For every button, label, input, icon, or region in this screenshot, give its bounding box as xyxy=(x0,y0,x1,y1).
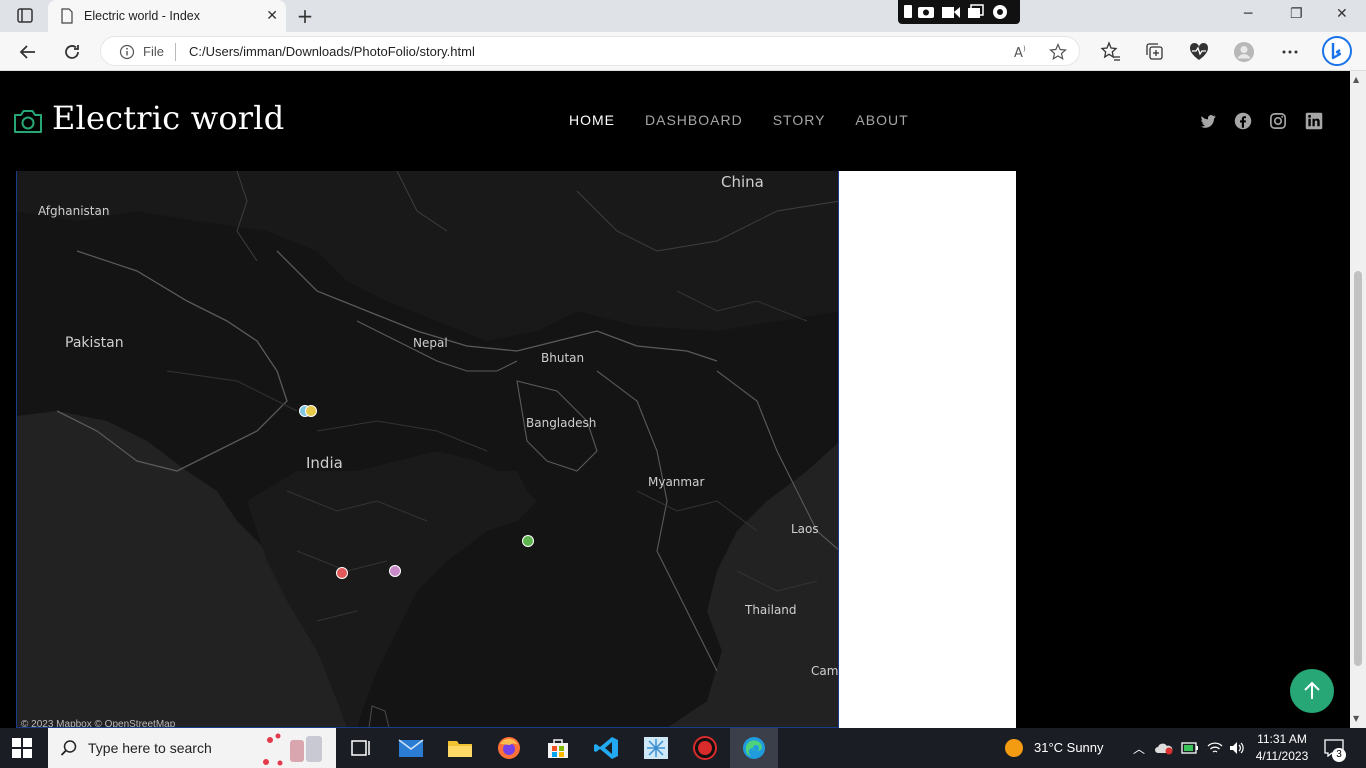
map-view[interactable]: China Afghanistan Pakistan Nepal Bhutan … xyxy=(16,171,839,728)
map-marker[interactable] xyxy=(522,535,534,547)
task-view-icon[interactable] xyxy=(348,736,374,760)
record-app-icon[interactable] xyxy=(692,736,718,760)
onedrive-icon[interactable] xyxy=(1155,741,1173,755)
notification-count-badge: 3 xyxy=(1332,748,1346,762)
minimize-icon[interactable]: ─ xyxy=(1244,6,1252,22)
map-label-china: China xyxy=(721,173,764,191)
tab-title: Electric world - Index xyxy=(84,9,201,23)
svg-text:A: A xyxy=(1014,46,1023,61)
map-label-bangladesh: Bangladesh xyxy=(526,416,597,430)
vscode-icon[interactable] xyxy=(594,736,620,760)
address-bar-row: File C:/Users/imman/Downloads/PhotoFolio… xyxy=(0,32,1366,71)
page-icon xyxy=(60,8,74,24)
info-icon[interactable] xyxy=(119,44,135,60)
new-tab-icon[interactable]: + xyxy=(294,5,316,27)
map-label-india: India xyxy=(306,454,343,472)
add-favorite-icon[interactable] xyxy=(1049,43,1067,61)
nav-home[interactable]: HOME xyxy=(569,112,615,128)
arrow-up-icon xyxy=(1304,681,1320,699)
window-close-icon[interactable]: ✕ xyxy=(1336,6,1348,22)
map-marker[interactable] xyxy=(336,567,348,579)
map-label-cam: Cam xyxy=(811,664,839,678)
nav-story[interactable]: STORY xyxy=(773,112,826,128)
file-explorer-icon[interactable] xyxy=(447,736,473,760)
close-tab-icon[interactable]: ✕ xyxy=(266,9,278,23)
volume-icon[interactable] xyxy=(1228,740,1246,756)
file-label: File xyxy=(143,44,164,59)
profile-avatar-icon[interactable] xyxy=(1233,41,1255,63)
site-logo[interactable]: Electric world xyxy=(52,99,284,137)
scroll-thumb[interactable] xyxy=(1354,271,1362,666)
sun-weather-icon[interactable] xyxy=(1004,738,1024,758)
edge-icon xyxy=(743,737,765,759)
snipping-app-icon[interactable] xyxy=(643,736,669,760)
edge-active-indicator[interactable] xyxy=(730,728,778,768)
chevron-up-icon[interactable]: ︿ xyxy=(1133,740,1145,757)
map-label-thailand: Thailand xyxy=(745,603,797,617)
restore-icon[interactable]: ❐ xyxy=(1290,6,1303,22)
address-bar[interactable]: File C:/Users/imman/Downloads/PhotoFolio… xyxy=(100,36,1080,66)
refresh-icon[interactable] xyxy=(60,40,84,64)
divider xyxy=(175,43,176,61)
browser-tab-bar: Electric world - Index ✕ + ─ ❐ ✕ xyxy=(0,0,1366,32)
microsoft-store-icon[interactable] xyxy=(545,736,571,760)
clock-time[interactable]: 11:31 AM xyxy=(1252,732,1312,746)
taskbar-search[interactable]: Type here to search xyxy=(48,728,336,768)
linkedin-icon[interactable] xyxy=(1305,112,1323,130)
search-placeholder: Type here to search xyxy=(88,740,212,756)
map-label-laos: Laos xyxy=(791,522,819,536)
capture-toolbar xyxy=(898,0,1020,24)
firefox-icon[interactable] xyxy=(496,736,522,760)
more-options-icon[interactable] xyxy=(1279,41,1301,63)
taskbar: Type here to search 31°C Sunny ︿ 11:31 A… xyxy=(0,728,1366,768)
scroll-up-icon[interactable]: ▲ xyxy=(1353,75,1359,84)
weather-text[interactable]: 31°C Sunny xyxy=(1034,740,1104,755)
tab-actions-icon[interactable] xyxy=(10,6,38,26)
browser-tab[interactable]: Electric world - Index ✕ xyxy=(48,0,286,32)
svg-text:): ) xyxy=(1023,45,1026,53)
camera-icon[interactable] xyxy=(12,107,44,135)
site-header: Electric world HOME DASHBOARD STORY ABOU… xyxy=(0,71,1350,171)
performance-icon[interactable] xyxy=(1188,41,1210,63)
favorites-icon[interactable] xyxy=(1100,41,1122,63)
web-page: Electric world HOME DASHBOARD STORY ABOU… xyxy=(0,71,1350,728)
map-label-myanmar: Myanmar xyxy=(648,475,705,489)
collections-icon[interactable] xyxy=(1144,41,1166,63)
side-panel xyxy=(839,171,1016,728)
map-terrain xyxy=(17,171,838,727)
twitter-icon[interactable] xyxy=(1199,112,1217,130)
back-icon[interactable] xyxy=(16,40,40,64)
wifi-icon[interactable] xyxy=(1206,740,1224,756)
main-nav: HOME DASHBOARD STORY ABOUT xyxy=(569,112,909,128)
nav-about[interactable]: ABOUT xyxy=(855,112,908,128)
read-aloud-icon[interactable]: A) xyxy=(1013,43,1031,61)
map-label-pakistan: Pakistan xyxy=(65,335,124,351)
search-icon xyxy=(60,740,77,756)
instagram-icon[interactable] xyxy=(1269,112,1287,130)
mail-icon[interactable] xyxy=(398,736,424,760)
clock-date[interactable]: 4/11/2023 xyxy=(1252,749,1312,763)
map-marker[interactable] xyxy=(389,565,401,577)
map-label-nepal: Nepal xyxy=(413,336,448,350)
battery-icon[interactable] xyxy=(1181,741,1199,755)
scroll-down-icon[interactable]: ▼ xyxy=(1353,714,1359,723)
bing-chat-icon[interactable] xyxy=(1322,36,1352,66)
map-marker[interactable] xyxy=(305,405,317,417)
page-scrollbar[interactable]: ▲ ▼ xyxy=(1350,71,1366,728)
back-to-top-button[interactable] xyxy=(1290,669,1334,713)
map-label-bhutan: Bhutan xyxy=(541,351,585,365)
map-attribution[interactable]: © 2023 Mapbox © OpenStreetMap xyxy=(21,719,175,727)
nav-dashboard[interactable]: DASHBOARD xyxy=(645,112,743,128)
facebook-icon[interactable] xyxy=(1234,112,1252,130)
windows-start-icon[interactable] xyxy=(12,738,32,758)
travel-decoration-icon xyxy=(263,733,322,766)
map-label-afghanistan: Afghanistan xyxy=(38,204,110,218)
url-text[interactable]: C:/Users/imman/Downloads/PhotoFolio/stor… xyxy=(189,44,475,59)
